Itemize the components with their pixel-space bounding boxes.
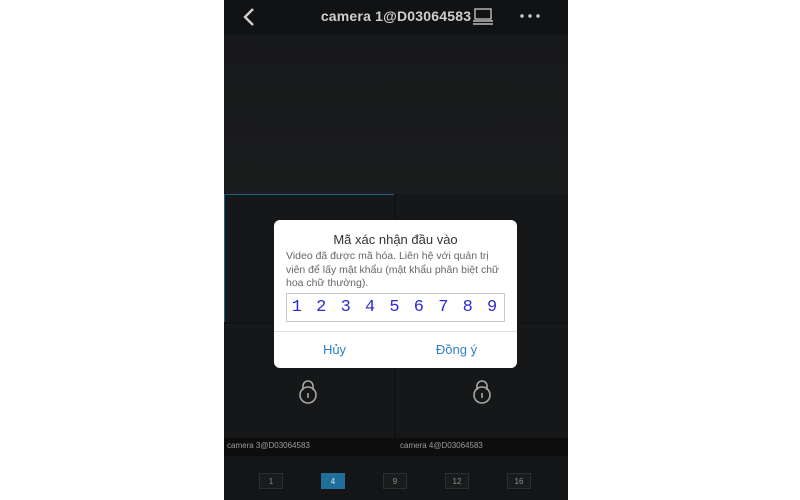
camera-4-label: camera 4@D03064583 (400, 441, 483, 450)
layout-button-4[interactable]: 4 (321, 473, 345, 489)
padlock-icon (297, 378, 319, 404)
camera-3-label: camera 3@D03064583 (227, 441, 310, 450)
layout-button-1[interactable]: 1 (259, 473, 283, 489)
dialog-message: Video đã được mã hóa. Liên hệ với quản t… (286, 250, 500, 289)
dialog-title: Mã xác nhận đầu vào (333, 232, 458, 247)
top-bar: camera 1@D03064583 (224, 0, 568, 34)
layout-button-9[interactable]: 9 (383, 473, 407, 489)
video-preview-area (224, 34, 568, 194)
screen-cast-icon[interactable] (472, 8, 494, 26)
page-title: camera 1@D03064583 (320, 8, 472, 24)
cancel-button[interactable]: Hủy (274, 332, 395, 368)
password-dialog: Mã xác nhận đầu vào Video đã được mã hóa… (274, 220, 517, 368)
layout-button-16[interactable]: 16 (507, 473, 531, 489)
padlock-icon (471, 378, 493, 404)
confirm-button[interactable]: Đồng ý (396, 332, 517, 368)
more-dots-icon[interactable] (518, 8, 542, 24)
layout-button-12[interactable]: 12 (445, 473, 469, 489)
password-input[interactable]: 1 2 3 4 5 6 7 8 9 (286, 293, 505, 322)
